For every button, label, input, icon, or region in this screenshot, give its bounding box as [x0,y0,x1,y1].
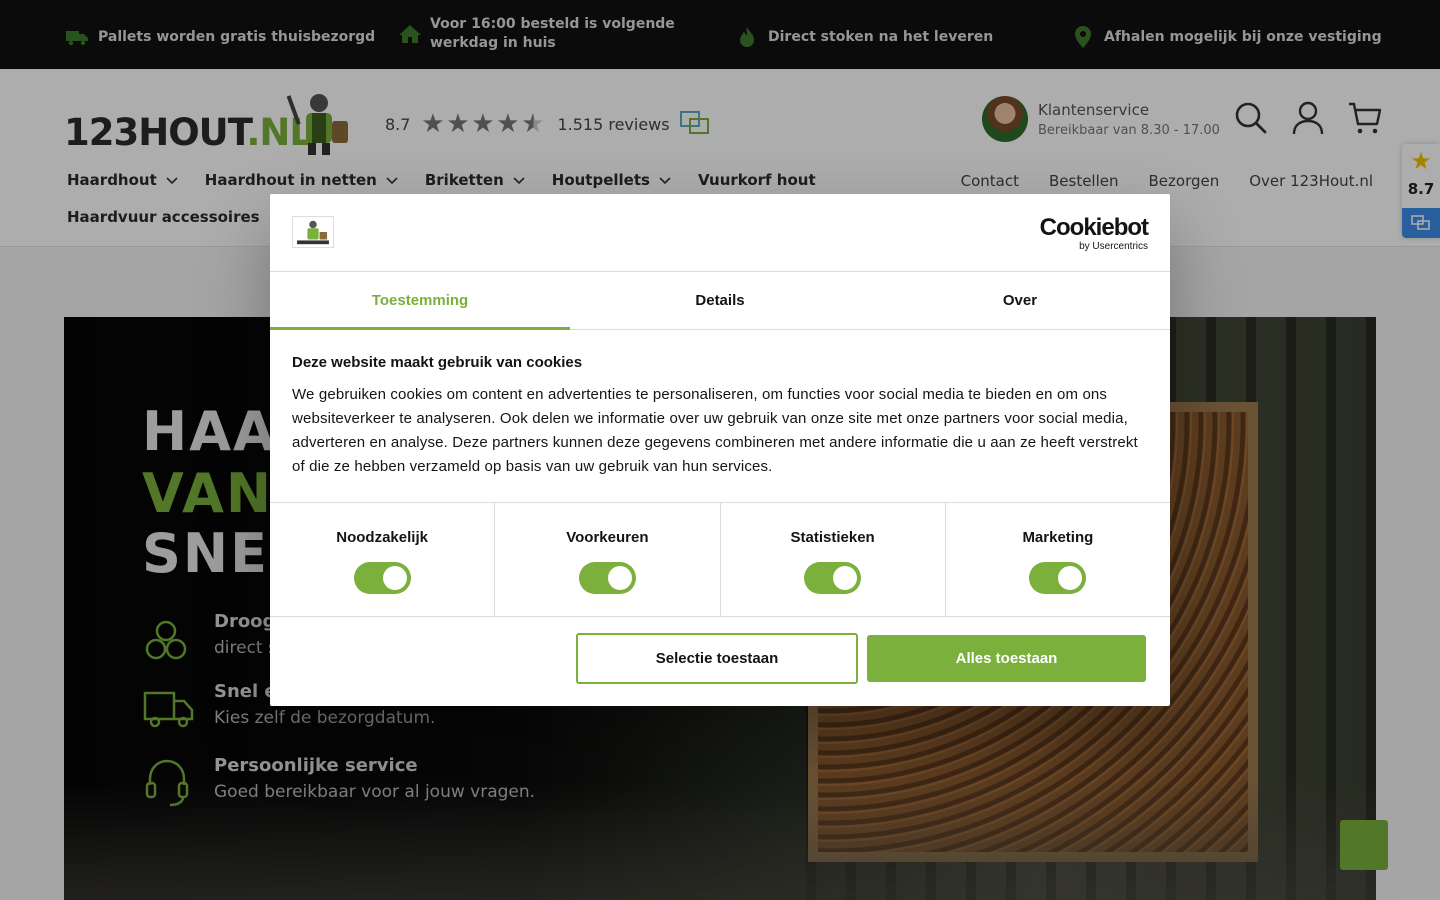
category-label: Noodzakelijk [336,529,428,546]
dialog-tabs: Toestemming Details Over [270,272,1170,330]
cookie-consent-dialog: Cookiebot by Usercentrics Toestemming De… [270,194,1170,706]
allow-selection-button[interactable]: Selectie toestaan [576,633,858,684]
category-marketing: Marketing [946,503,1170,616]
toggle-noodzakelijk[interactable] [353,562,411,594]
toggle-statistieken[interactable] [804,562,862,594]
cookiebot-brand-sub: by Usercentrics [1079,241,1148,252]
site-logo-small [292,216,334,248]
allow-all-button[interactable]: Alles toestaan [867,635,1146,682]
tab-toestemming[interactable]: Toestemming [270,272,570,330]
category-voorkeuren: Voorkeuren [495,503,721,616]
category-label: Voorkeuren [566,529,649,546]
category-label: Marketing [1022,529,1094,546]
category-label: Statistieken [790,529,875,546]
dialog-body: Deze website maakt gebruik van cookies W… [270,330,1170,503]
tab-details[interactable]: Details [570,272,870,329]
toggle-marketing[interactable] [1029,562,1087,594]
category-noodzakelijk: Noodzakelijk [270,503,496,616]
cookiebot-brand: Cookiebot [1039,214,1149,241]
cookie-categories: Noodzakelijk Voorkeuren Statistieken Mar… [270,503,1170,617]
toggle-voorkeuren[interactable] [578,562,636,594]
cookiebot-logo[interactable]: Cookiebot by Usercentrics [1039,214,1149,253]
category-statistieken: Statistieken [721,503,946,616]
dialog-heading: Deze website maakt gebruik van cookies [292,354,583,371]
tab-over[interactable]: Over [870,272,1170,329]
dialog-text: We gebruiken cookies om content en adver… [292,386,1138,475]
dialog-footer: Selectie toestaan Alles toestaan [270,617,1170,705]
dialog-header: Cookiebot by Usercentrics [270,194,1170,272]
